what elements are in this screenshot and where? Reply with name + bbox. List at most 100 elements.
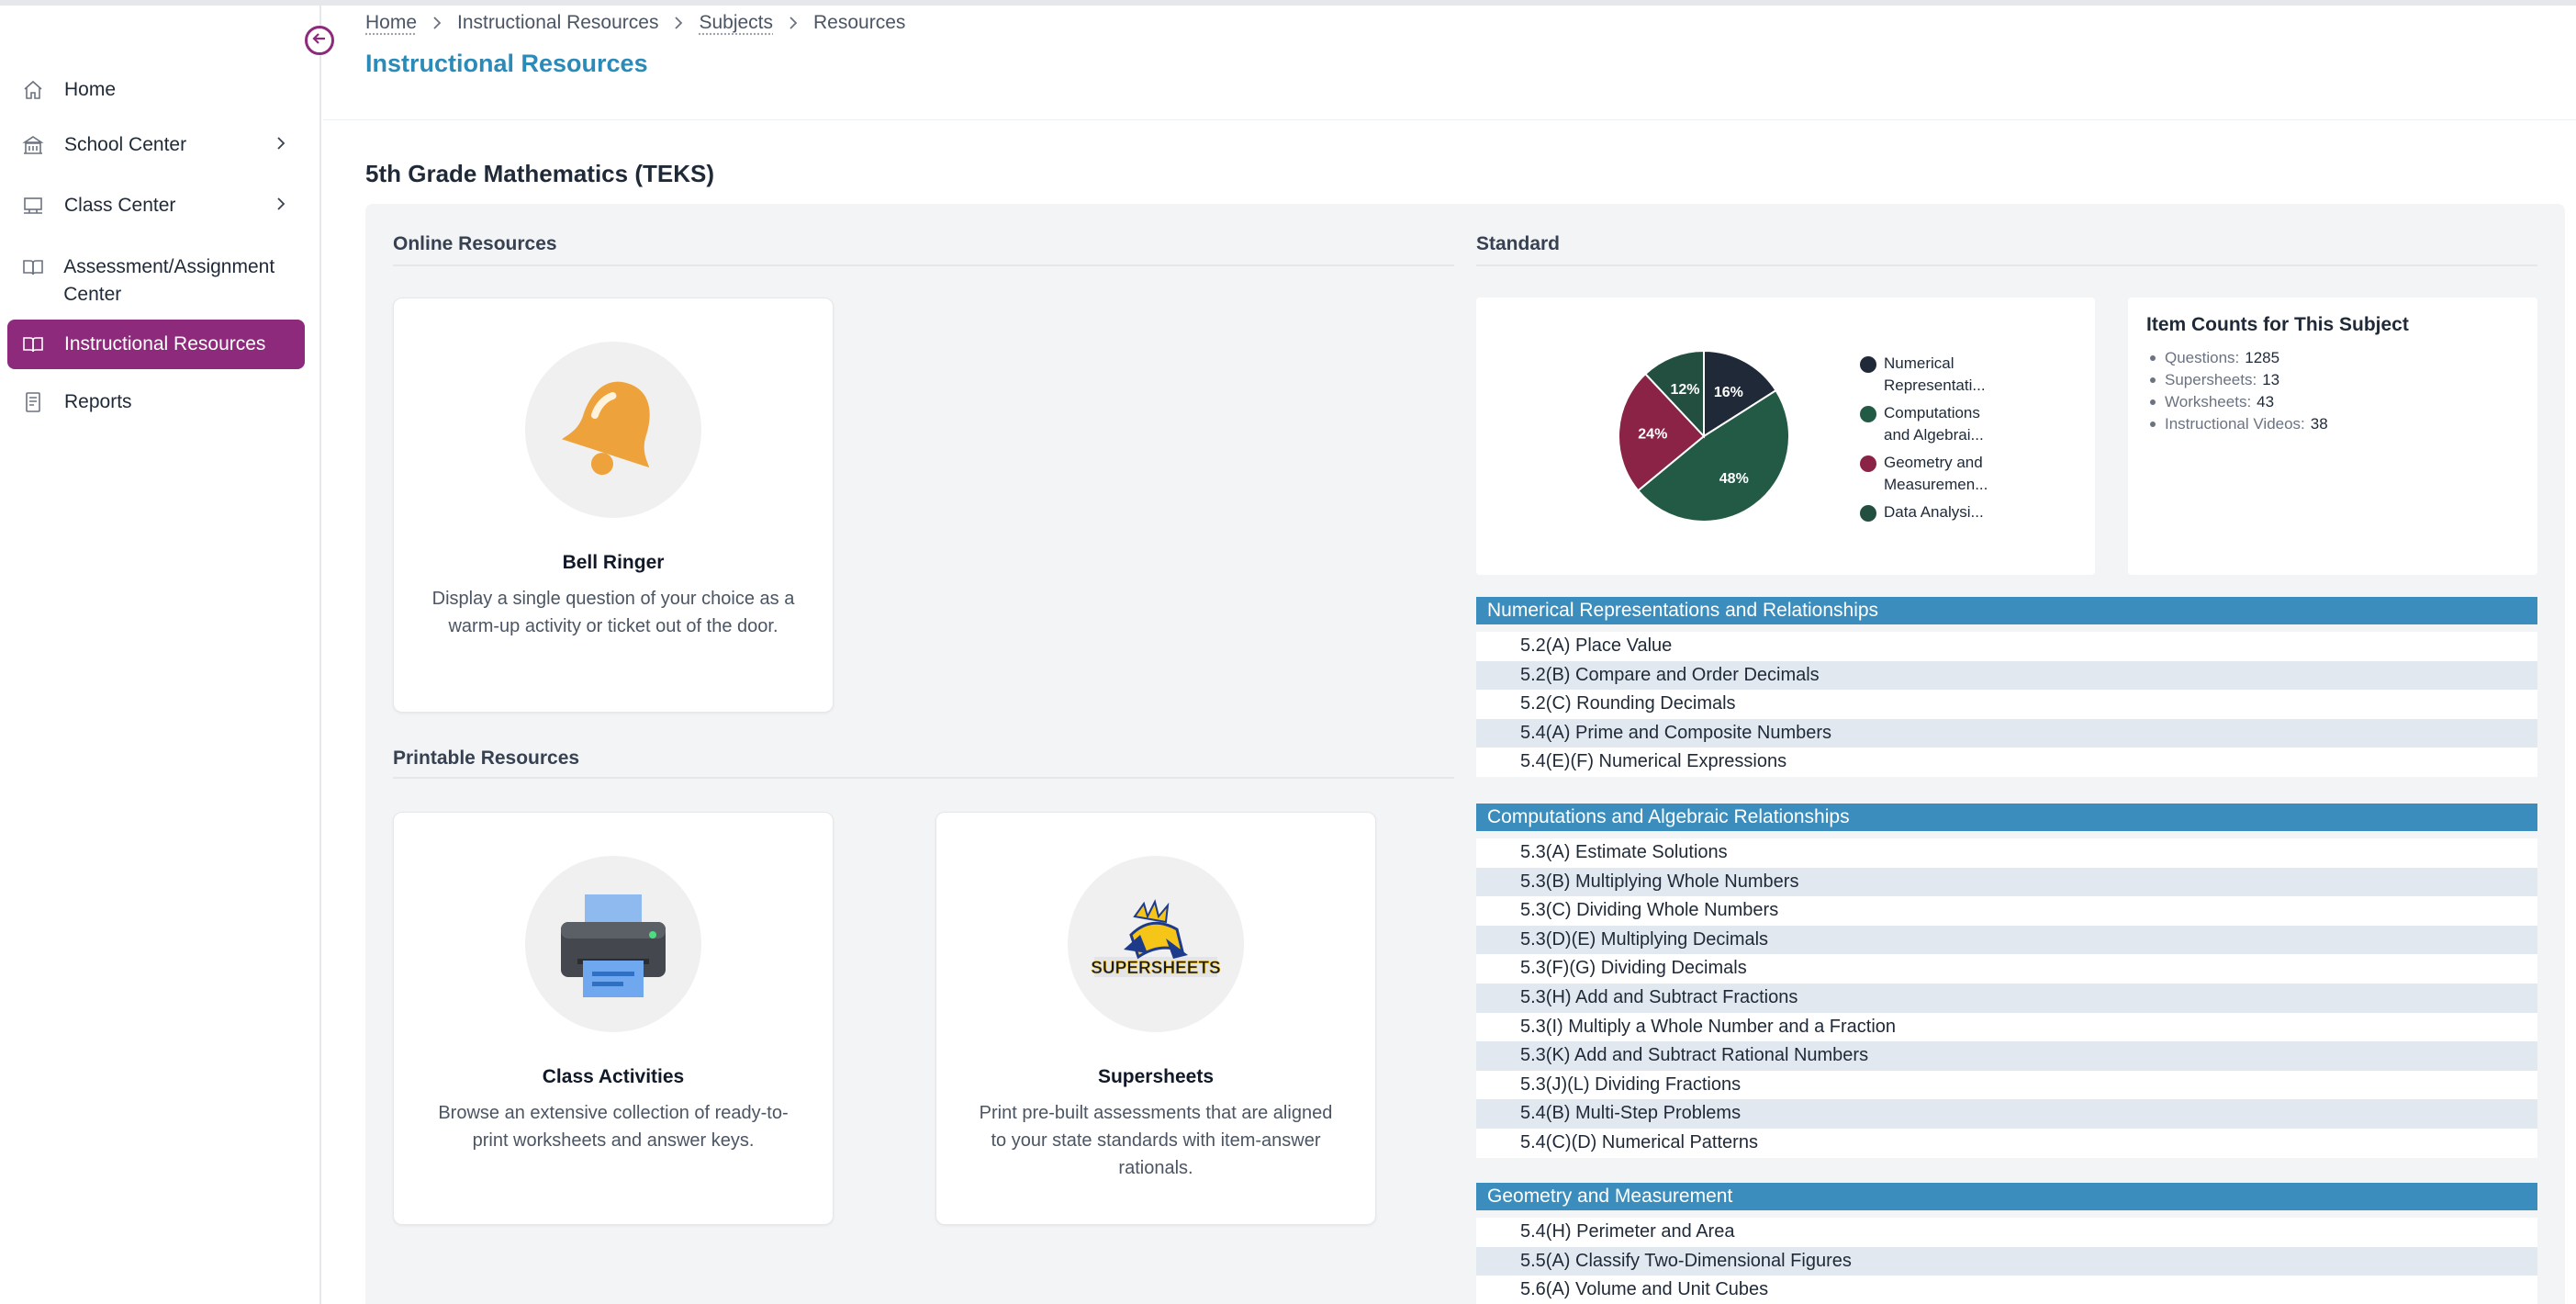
legend-dot xyxy=(1860,505,1876,522)
standard-row[interactable]: 5.2(C) Rounding Decimals xyxy=(1476,690,2537,719)
card-description: Browse an extensive collection of ready-… xyxy=(431,1099,796,1154)
pie-slice-label: 24% xyxy=(1638,426,1667,442)
window-top-border xyxy=(0,0,2576,6)
breadcrumb-subjects[interactable]: Subjects xyxy=(699,12,773,34)
chart-legend: Numerical Representati... Computations a… xyxy=(1860,353,2003,529)
standard-group-header[interactable]: Computations and Algebraic Relationships xyxy=(1476,804,2537,831)
arrow-left-icon xyxy=(311,30,328,51)
pie-slice-label: 48% xyxy=(1719,471,1749,487)
subject-title: 5th Grade Mathematics (TEKS) xyxy=(365,160,714,188)
count-label: Questions: xyxy=(2165,347,2239,369)
legend-item[interactable]: Data Analysi... xyxy=(1860,501,2003,523)
count-value: 38 xyxy=(2311,413,2328,435)
card-description: Print pre-built assessments that are ali… xyxy=(973,1099,1338,1182)
class-activities-card[interactable]: Class Activities Browse an extensive col… xyxy=(393,812,834,1225)
card-title: Supersheets xyxy=(936,1066,1375,1088)
breadcrumb: Home Instructional Resources Subjects Re… xyxy=(365,11,905,35)
pie-slice-label: 16% xyxy=(1714,385,1743,400)
section-divider xyxy=(393,264,1454,266)
section-divider xyxy=(393,777,1454,779)
standard-row[interactable]: 5.2(A) Place Value xyxy=(1476,632,2537,661)
sidebar: Home School Center Class Center Assessme… xyxy=(0,6,321,1304)
legend-dot xyxy=(1860,455,1876,472)
sidebar-collapse-button[interactable] xyxy=(305,26,334,55)
sidebar-item-label: Home xyxy=(64,76,116,104)
page-title: Instructional Resources xyxy=(365,50,648,78)
sidebar-item-school-center[interactable]: School Center xyxy=(7,124,305,166)
standard-row[interactable]: 5.3(K) Add and Subtract Rational Numbers xyxy=(1476,1041,2537,1071)
standard-row[interactable]: 5.3(H) Add and Subtract Fractions xyxy=(1476,984,2537,1013)
sidebar-item-home[interactable]: Home xyxy=(7,70,305,110)
online-resources-heading: Online Resources xyxy=(393,233,557,255)
item-count-supersheets: Supersheets: 13 xyxy=(2146,369,2328,391)
item-counts-list: Questions: 1285 Supersheets: 13 Worksheets… xyxy=(2146,347,2328,435)
standard-row[interactable]: 5.5(A) Classify Two-Dimensional Figures xyxy=(1476,1247,2537,1276)
breadcrumb-home[interactable]: Home xyxy=(365,12,417,34)
sidebar-item-label: Reports xyxy=(64,388,132,416)
standard-row[interactable]: 5.3(D)(E) Multiplying Decimals xyxy=(1476,926,2537,955)
sidebar-item-reports[interactable]: Reports xyxy=(7,382,305,422)
standard-row[interactable]: 5.3(F)(G) Dividing Decimals xyxy=(1476,954,2537,984)
supersheets-card[interactable]: SUPERSHEETS Supersheets Print pre-built … xyxy=(935,812,1376,1225)
header-divider xyxy=(323,119,2576,120)
sidebar-item-label: Assessment/Assignment Center xyxy=(63,253,305,309)
standard-row[interactable]: 5.3(J)(L) Dividing Fractions xyxy=(1476,1071,2537,1100)
chevron-right-icon xyxy=(431,17,442,29)
standard-row[interactable]: 5.4(H) Perimeter and Area xyxy=(1476,1218,2537,1247)
standard-row[interactable]: 5.3(C) Dividing Whole Numbers xyxy=(1476,896,2537,926)
standard-row[interactable]: 5.4(C)(D) Numerical Patterns xyxy=(1476,1129,2537,1158)
legend-label: Computations and Algebrai... xyxy=(1884,402,2003,446)
sidebar-item-label: School Center xyxy=(64,131,186,159)
legend-dot xyxy=(1860,356,1876,373)
legend-label: Data Analysi... xyxy=(1884,501,2003,523)
standard-group-header[interactable]: Numerical Representations and Relationsh… xyxy=(1476,597,2537,624)
report-icon xyxy=(20,389,46,415)
classroom-icon xyxy=(20,193,46,219)
chevron-right-icon xyxy=(788,17,799,29)
standard-row[interactable]: 5.3(A) Estimate Solutions xyxy=(1476,838,2537,868)
school-icon xyxy=(20,132,46,158)
book-open-icon xyxy=(20,254,45,280)
count-label: Supersheets: xyxy=(2165,369,2257,391)
sidebar-item-assessment-assignment-center[interactable]: Assessment/Assignment Center xyxy=(7,246,305,310)
standard-group-geometry: Geometry and Measurement 5.4(H) Perimete… xyxy=(1476,1183,2537,1304)
standard-row[interactable]: 5.3(I) Multiply a Whole Number and a Fra… xyxy=(1476,1013,2537,1042)
breadcrumb-resources: Resources xyxy=(813,12,905,34)
home-icon xyxy=(20,77,46,103)
breadcrumb-instructional-resources[interactable]: Instructional Resources xyxy=(457,12,658,34)
count-label: Worksheets: xyxy=(2165,391,2251,413)
legend-item[interactable]: Numerical Representati... xyxy=(1860,353,2003,397)
printable-resources-heading: Printable Resources xyxy=(393,748,579,770)
supersheets-logo-text: SUPERSHEETS xyxy=(1091,959,1220,978)
item-count-worksheets: Worksheets: 43 xyxy=(2146,391,2328,413)
bell-ringer-card[interactable]: Bell Ringer Display a single question of… xyxy=(393,298,834,713)
standard-row[interactable]: 5.4(E)(F) Numerical Expressions xyxy=(1476,748,2537,777)
standard-row[interactable]: 5.3(B) Multiplying Whole Numbers xyxy=(1476,868,2537,897)
count-value: 13 xyxy=(2262,369,2279,391)
standard-row[interactable]: 5.4(B) Multi-Step Problems xyxy=(1476,1099,2537,1129)
chevron-right-icon xyxy=(673,17,684,29)
chevron-right-icon[interactable] xyxy=(274,134,288,156)
legend-item[interactable]: Geometry and Measuremen... xyxy=(1860,452,2003,496)
count-label: Instructional Videos: xyxy=(2165,413,2305,435)
standard-row[interactable]: 5.4(A) Prime and Composite Numbers xyxy=(1476,719,2537,748)
sidebar-item-class-center[interactable]: Class Center xyxy=(7,185,305,227)
standards-chart-card: 16% 48% 24% 12% Numerical Representati... C… xyxy=(1476,298,2095,575)
card-title: Class Activities xyxy=(394,1066,833,1088)
item-count-instructional-videos: Instructional Videos: 38 xyxy=(2146,413,2328,435)
standard-group-header[interactable]: Geometry and Measurement xyxy=(1476,1183,2537,1210)
legend-item[interactable]: Computations and Algebrai... xyxy=(1860,402,2003,446)
chevron-right-icon[interactable] xyxy=(274,195,288,217)
sidebar-item-instructional-resources[interactable]: Instructional Resources xyxy=(7,320,305,369)
section-divider xyxy=(1476,264,2537,266)
card-description: Display a single question of your choice… xyxy=(431,585,796,640)
supersheets-logo-icon: SUPERSHEETS xyxy=(1068,856,1244,1032)
standard-heading: Standard xyxy=(1476,233,1560,255)
standard-row[interactable]: 5.6(A) Volume and Unit Cubes xyxy=(1476,1276,2537,1304)
printer-icon xyxy=(525,856,701,1032)
item-count-questions: Questions: 1285 xyxy=(2146,347,2328,369)
pie-slice-label: 12% xyxy=(1670,382,1699,398)
sidebar-item-label: Instructional Resources xyxy=(64,331,265,358)
legend-label: Geometry and Measuremen... xyxy=(1884,452,2003,496)
standard-row[interactable]: 5.2(B) Compare and Order Decimals xyxy=(1476,661,2537,691)
